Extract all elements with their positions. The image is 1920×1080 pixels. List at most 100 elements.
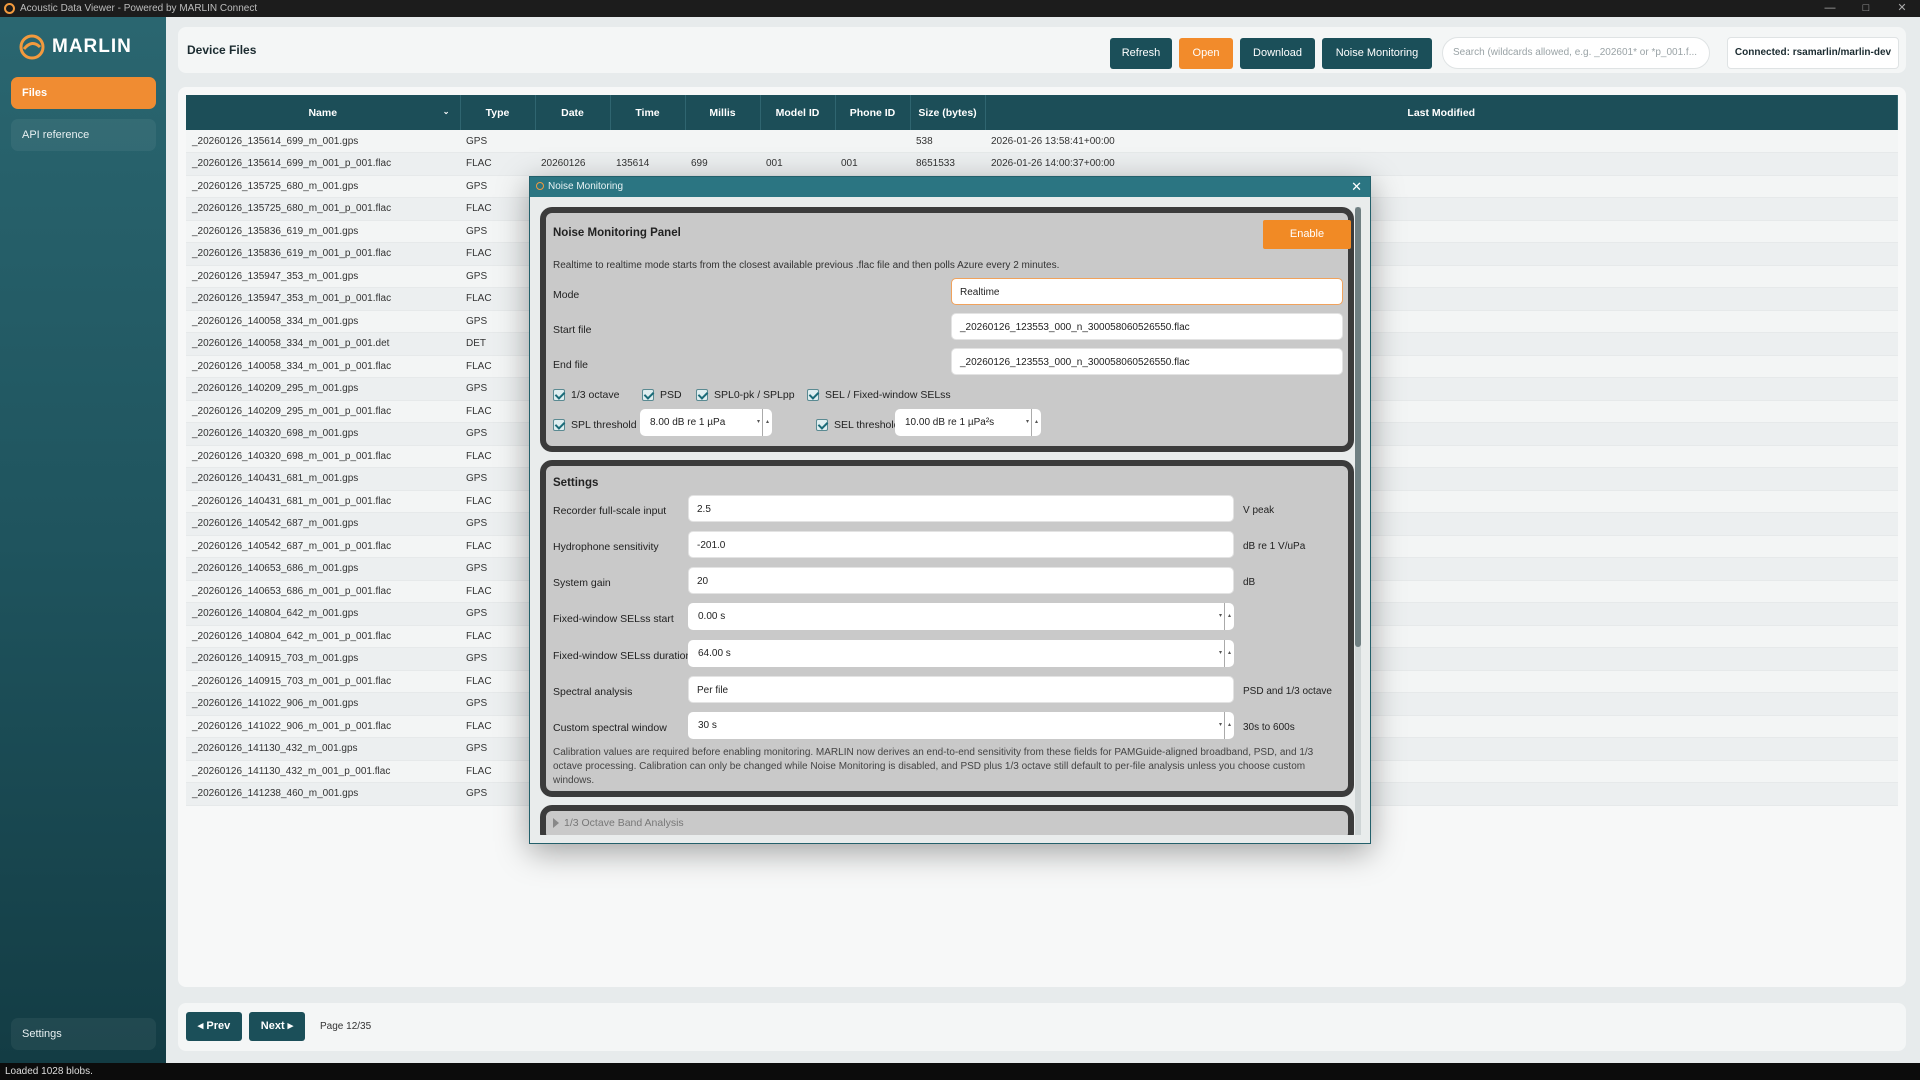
setting-label: Spectral analysis bbox=[553, 686, 633, 698]
table-cell: 538 bbox=[910, 130, 985, 153]
download-button[interactable]: Download bbox=[1240, 38, 1315, 69]
custom-window-spinbox[interactable]: 30 s ▾ ▴ bbox=[688, 712, 1234, 739]
spl-threshold-spinbox[interactable]: 8.00 dB re 1 µPa ▾ ▴ bbox=[640, 409, 772, 436]
table-cell: GPS bbox=[460, 512, 535, 536]
sidebar-item-settings[interactable]: Settings bbox=[11, 1018, 156, 1050]
sidebar-item-api-reference[interactable]: API reference bbox=[11, 119, 156, 151]
table-cell: _20260126_140915_703_m_001_p_001.flac bbox=[186, 670, 460, 693]
col-millis[interactable]: Millis bbox=[685, 95, 761, 130]
enable-button[interactable]: Enable bbox=[1263, 220, 1351, 249]
table-cell: _20260126_135614_699_m_001_p_001.flac bbox=[186, 152, 460, 176]
table-cell: GPS bbox=[460, 220, 535, 243]
table-cell: GPS bbox=[460, 377, 535, 401]
col-model-id[interactable]: Model ID bbox=[760, 95, 836, 130]
maximize-icon[interactable]: □ bbox=[1848, 0, 1884, 17]
spin-decrement-icon[interactable]: ▾ bbox=[757, 409, 760, 436]
start-file-input[interactable]: _20260126_123553_000_n_300058060526550.f… bbox=[951, 313, 1343, 340]
spectral-analysis-select[interactable]: Per file bbox=[688, 676, 1234, 703]
end-file-input[interactable]: _20260126_123553_000_n_300058060526550.f… bbox=[951, 348, 1343, 375]
setting-unit: dB re 1 V/uPa bbox=[1243, 541, 1306, 552]
hydrophone-sensitivity-field[interactable]: -201.0 bbox=[688, 531, 1234, 558]
checkbox-checked-icon bbox=[553, 389, 565, 401]
col-size[interactable]: Size (bytes) bbox=[910, 95, 986, 130]
table-cell: _20260126_140058_334_m_001.gps bbox=[186, 310, 460, 333]
table-cell: FLAC bbox=[460, 490, 535, 513]
noise-monitoring-button[interactable]: Noise Monitoring bbox=[1322, 38, 1432, 69]
selss-start-spinbox[interactable]: 0.00 s ▾ ▴ bbox=[688, 603, 1234, 630]
table-cell: FLAC bbox=[460, 287, 535, 311]
sel-threshold-spinbox[interactable]: 10.00 dB re 1 µPa²s ▾ ▴ bbox=[895, 409, 1041, 436]
col-name[interactable]: Name ⌄ bbox=[186, 95, 461, 130]
table-cell: _20260126_141022_906_m_001_p_001.flac bbox=[186, 715, 460, 738]
spin-decrement-icon[interactable]: ▾ bbox=[1219, 712, 1222, 739]
checkbox-checked-icon bbox=[553, 419, 565, 431]
table-row[interactable]: _20260126_135614_699_m_001_p_001.flac FLA… bbox=[186, 152, 1898, 176]
table-cell: 2026-01-26 14:00:37+00:00 bbox=[985, 152, 1898, 176]
col-type[interactable]: Type bbox=[460, 95, 536, 130]
checkbox-spl-threshold[interactable]: SPL threshold bbox=[553, 419, 637, 431]
sort-chevron-icon: ⌄ bbox=[442, 106, 450, 116]
calibration-note: Calibration values are required before e… bbox=[553, 747, 1314, 786]
close-window-icon[interactable]: ✕ bbox=[1884, 0, 1920, 17]
col-date[interactable]: Date bbox=[535, 95, 611, 130]
dialog-scrollbar[interactable] bbox=[1355, 207, 1361, 835]
col-phone-id[interactable]: Phone ID bbox=[835, 95, 911, 130]
checkbox-psd[interactable]: PSD bbox=[642, 389, 682, 401]
table-cell bbox=[535, 130, 610, 153]
checkbox-sel-threshold[interactable]: SEL threshold bbox=[816, 419, 900, 431]
page-title: Device Files bbox=[187, 43, 257, 57]
next-page-button[interactable]: Next ▸ bbox=[249, 1012, 305, 1041]
octave-band-accordion[interactable]: 1/3 Octave Band Analysis bbox=[540, 805, 1354, 835]
spin-increment-icon[interactable]: ▴ bbox=[1224, 712, 1234, 739]
settings-panel: Settings Recorder full-scale input 2.5 V… bbox=[540, 460, 1354, 797]
spin-increment-icon[interactable]: ▴ bbox=[1224, 603, 1234, 630]
open-button[interactable]: Open bbox=[1179, 38, 1233, 69]
spin-increment-icon[interactable]: ▴ bbox=[1224, 640, 1234, 667]
setting-unit: V peak bbox=[1243, 505, 1275, 516]
table-cell bbox=[610, 130, 685, 153]
mode-select[interactable]: Realtime bbox=[951, 278, 1343, 305]
table-cell: FLAC bbox=[460, 400, 535, 423]
table-cell: _20260126_140431_681_m_001_p_001.flac bbox=[186, 490, 460, 513]
sidebar-item-files[interactable]: Files bbox=[11, 77, 156, 109]
prev-page-button[interactable]: ◂ Prev bbox=[186, 1012, 242, 1041]
noise-monitoring-dialog: Noise Monitoring ✕ Noise Monitoring Pane… bbox=[529, 176, 1371, 844]
spin-decrement-icon[interactable]: ▾ bbox=[1026, 409, 1029, 436]
recorder-input-field[interactable]: 2.5 bbox=[688, 495, 1234, 522]
table-cell: FLAC bbox=[460, 355, 535, 378]
table-cell: _20260126_140320_698_m_001_p_001.flac bbox=[186, 445, 460, 468]
close-icon[interactable]: ✕ bbox=[1351, 177, 1362, 197]
spin-decrement-icon[interactable]: ▾ bbox=[1219, 603, 1222, 630]
checkbox-octave[interactable]: 1/3 octave bbox=[553, 389, 619, 401]
col-time[interactable]: Time bbox=[610, 95, 686, 130]
table-cell: GPS bbox=[460, 467, 535, 491]
status-bar: Loaded 1028 blobs. bbox=[0, 1063, 1920, 1080]
start-file-label: Start file bbox=[553, 324, 592, 336]
spin-decrement-icon[interactable]: ▾ bbox=[1219, 640, 1222, 667]
col-last-modified[interactable]: Last Modified bbox=[985, 95, 1898, 130]
checkbox-checked-icon bbox=[696, 389, 708, 401]
spin-increment-icon[interactable]: ▴ bbox=[1031, 409, 1041, 436]
table-cell: _20260126_135614_699_m_001.gps bbox=[186, 130, 460, 153]
dialog-body: Noise Monitoring Panel Enable Realtime t… bbox=[540, 207, 1354, 835]
title-bar: Acoustic Data Viewer - Powered by MARLIN… bbox=[0, 0, 1920, 17]
system-gain-field[interactable]: 20 bbox=[688, 567, 1234, 594]
search-input[interactable]: Search (wildcards allowed, e.g. _202601*… bbox=[1442, 37, 1710, 69]
dialog-title-bar: Noise Monitoring ✕ bbox=[530, 177, 1370, 197]
checkbox-spl[interactable]: SPL0-pk / SPLpp bbox=[696, 389, 795, 401]
brand-logo: MARLIN bbox=[18, 33, 132, 61]
checkbox-sel[interactable]: SEL / Fixed-window SELss bbox=[807, 389, 951, 401]
table-cell: 20260126 bbox=[535, 152, 610, 176]
table-cell: _20260126_140058_334_m_001_p_001.det bbox=[186, 332, 460, 356]
settings-title: Settings bbox=[553, 477, 599, 489]
spin-increment-icon[interactable]: ▴ bbox=[762, 409, 772, 436]
scrollbar-thumb[interactable] bbox=[1355, 207, 1361, 647]
refresh-button[interactable]: Refresh bbox=[1110, 38, 1172, 69]
table-cell: _20260126_140804_642_m_001.gps bbox=[186, 602, 460, 626]
selss-duration-spinbox[interactable]: 64.00 s ▾ ▴ bbox=[688, 640, 1234, 667]
table-row[interactable]: _20260126_135614_699_m_001.gps GPS 538 2026… bbox=[186, 130, 1898, 153]
minimize-icon[interactable]: — bbox=[1812, 0, 1848, 17]
page-indicator: Page 12/35 bbox=[320, 1021, 372, 1032]
table-cell: _20260126_140542_687_m_001_p_001.flac bbox=[186, 535, 460, 558]
table-cell: GPS bbox=[460, 175, 535, 198]
